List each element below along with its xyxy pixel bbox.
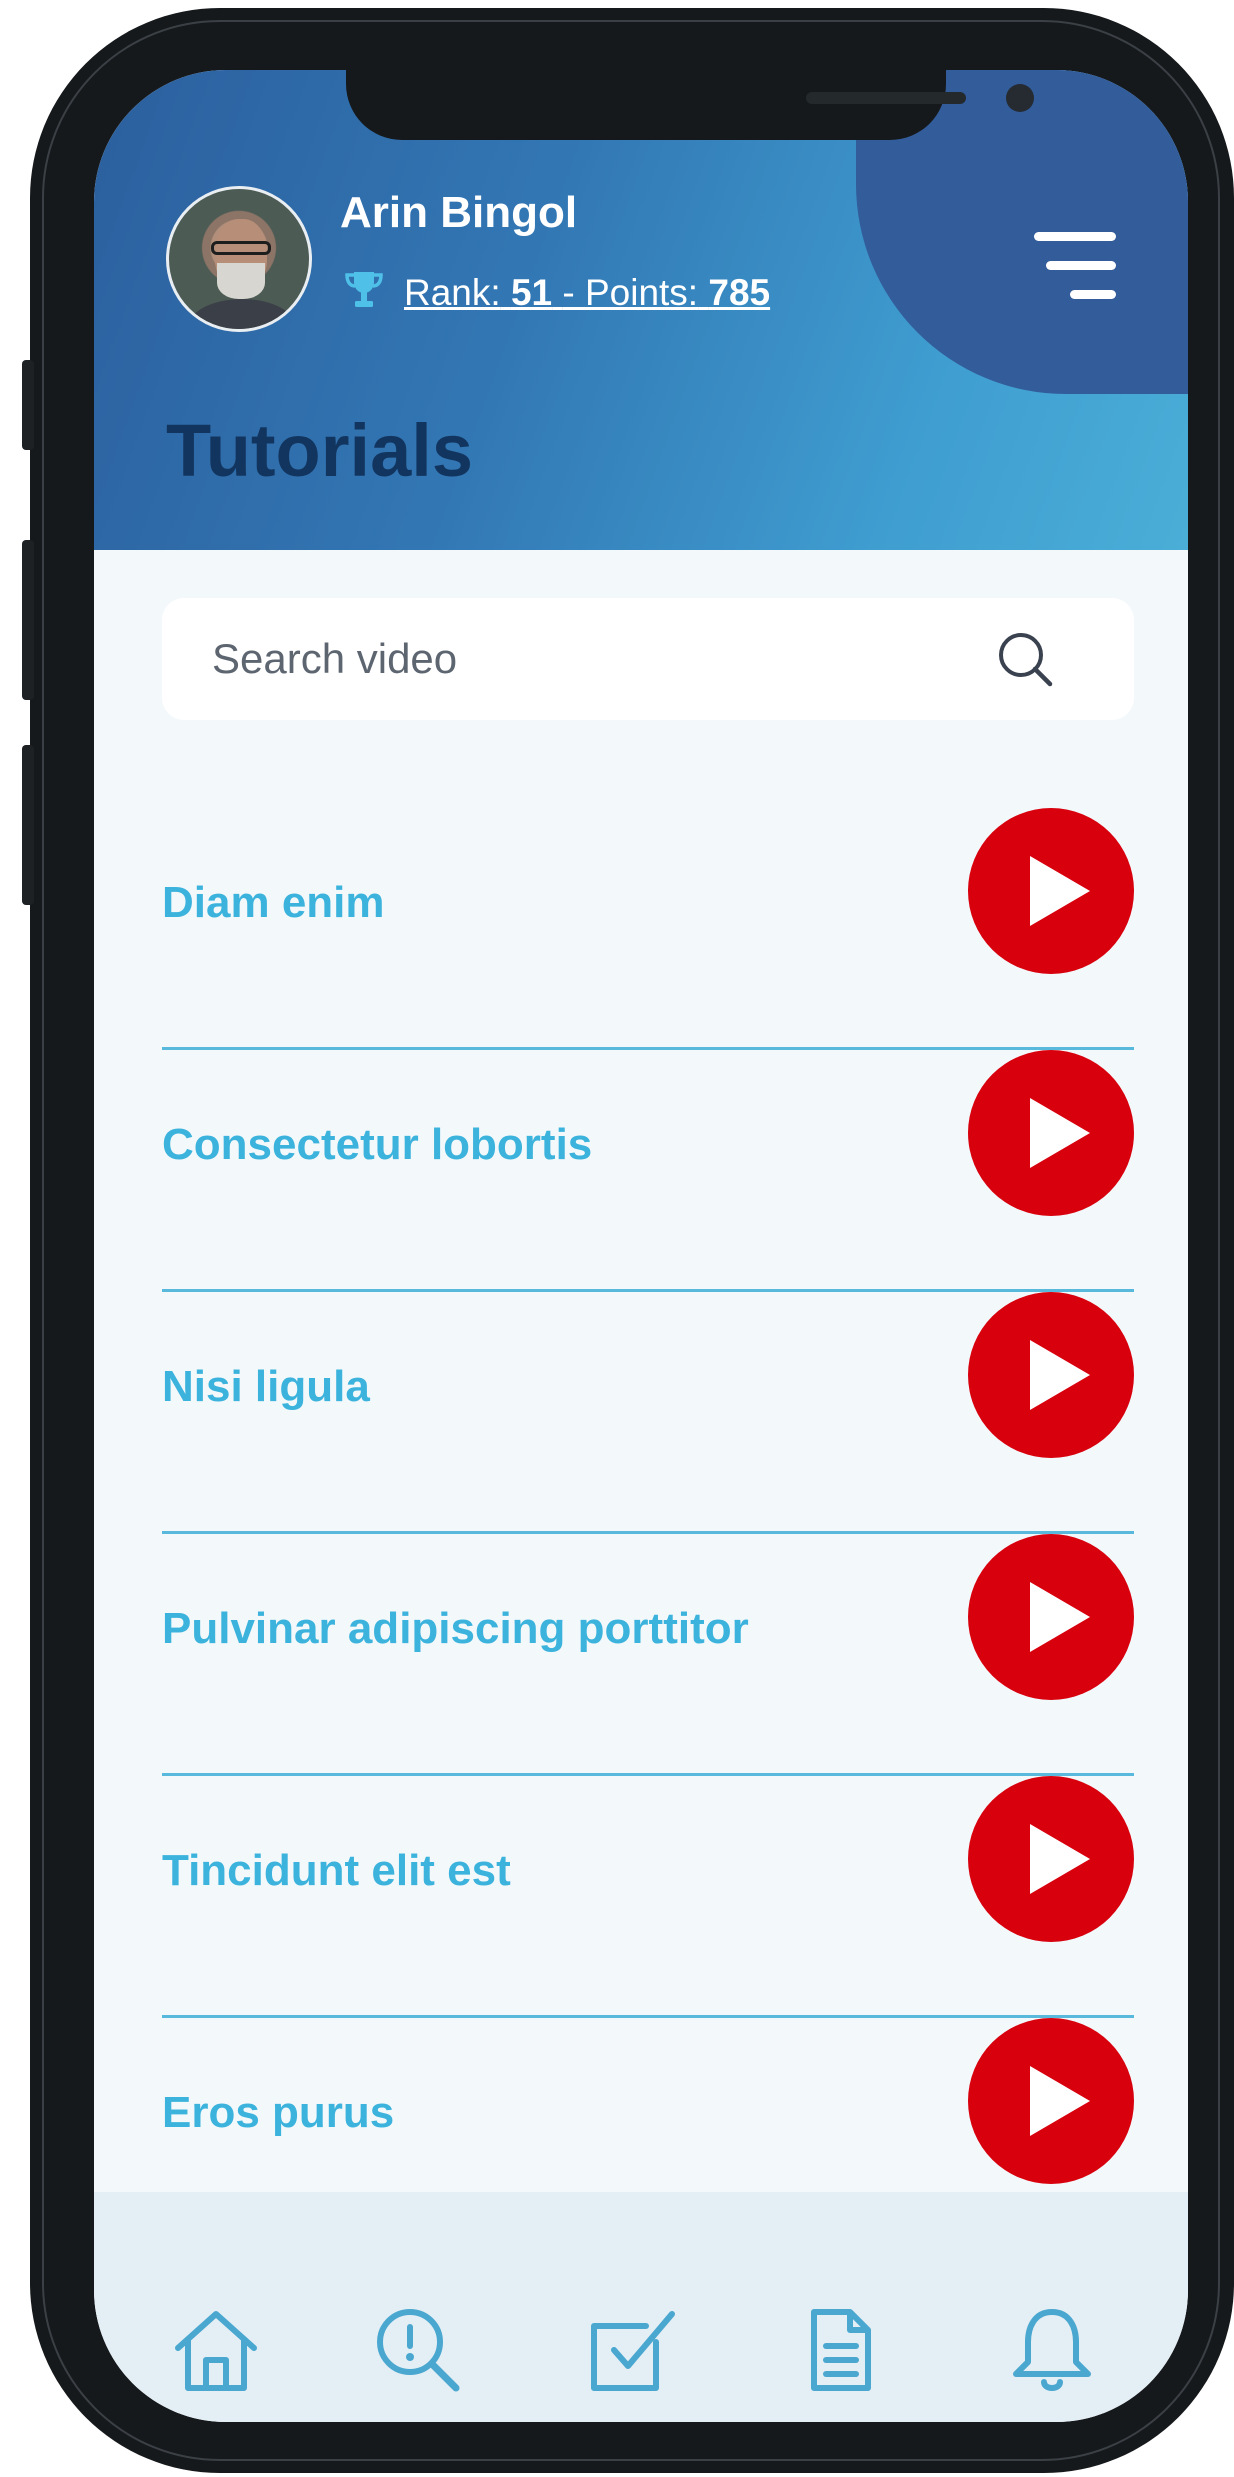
search-icon[interactable] <box>992 626 1062 696</box>
rank-value: 51 <box>510 272 553 313</box>
play-button[interactable] <box>968 1292 1134 1458</box>
avatar[interactable] <box>166 186 312 332</box>
phone-volume-up <box>22 540 34 700</box>
play-icon <box>1030 1824 1090 1894</box>
video-item[interactable]: Nisi ligula <box>162 1292 1134 1534</box>
phone-side-button <box>22 360 34 450</box>
phone-volume-down <box>22 745 34 905</box>
points-label: - Points: <box>562 272 699 313</box>
points-value: 785 <box>708 272 771 313</box>
trophy-icon <box>345 272 383 307</box>
search-bar <box>162 598 1134 720</box>
bell-icon[interactable] <box>1004 2302 1100 2398</box>
play-icon <box>1030 856 1090 926</box>
user-name: Arin Bingol <box>340 188 578 237</box>
video-title[interactable]: Consectetur lobortis <box>162 1120 592 1170</box>
play-icon <box>1030 1582 1090 1652</box>
play-icon <box>1030 1340 1090 1410</box>
search-input[interactable] <box>212 634 992 684</box>
video-title[interactable]: Pulvinar adipiscing porttitor <box>162 1604 749 1654</box>
play-button[interactable] <box>968 1050 1134 1216</box>
menu-button[interactable] <box>1024 232 1116 300</box>
video-title[interactable]: Eros purus <box>162 2088 394 2138</box>
play-button[interactable] <box>968 1776 1134 1942</box>
play-icon <box>1030 1098 1090 1168</box>
rank-points-link[interactable]: Rank: 51 - Points: 785 <box>404 272 770 314</box>
play-button[interactable] <box>968 2018 1134 2184</box>
bottom-nav <box>94 2192 1188 2422</box>
document-icon[interactable] <box>792 2302 888 2398</box>
video-title[interactable]: Diam enim <box>162 878 385 928</box>
menu-icon <box>1034 232 1116 241</box>
header: Arin Bingol Rank: 51 - Points: 785 Tutor… <box>94 70 1188 550</box>
play-icon <box>1030 2066 1090 2136</box>
phone-notch <box>346 70 1034 140</box>
video-title[interactable]: Tincidunt elit est <box>162 1846 511 1896</box>
play-button[interactable] <box>968 808 1134 974</box>
video-item[interactable]: Diam enim <box>162 808 1134 1050</box>
search-alert-icon[interactable] <box>368 2302 464 2398</box>
video-item[interactable]: Pulvinar adipiscing porttitor <box>162 1534 1134 1776</box>
home-icon[interactable] <box>168 2302 264 2398</box>
video-title[interactable]: Nisi ligula <box>162 1362 370 1412</box>
page-title: Tutorials <box>166 409 473 492</box>
checkbox-icon[interactable] <box>584 2302 680 2398</box>
video-list: Diam enim Consectetur lobortis Nisi ligu… <box>162 808 1134 2260</box>
video-item[interactable]: Tincidunt elit est <box>162 1776 1134 2018</box>
video-item[interactable]: Consectetur lobortis <box>162 1050 1134 1292</box>
app-screen: Arin Bingol Rank: 51 - Points: 785 Tutor… <box>94 70 1188 2422</box>
play-button[interactable] <box>968 1534 1134 1700</box>
rank-label: Rank: <box>404 272 501 313</box>
